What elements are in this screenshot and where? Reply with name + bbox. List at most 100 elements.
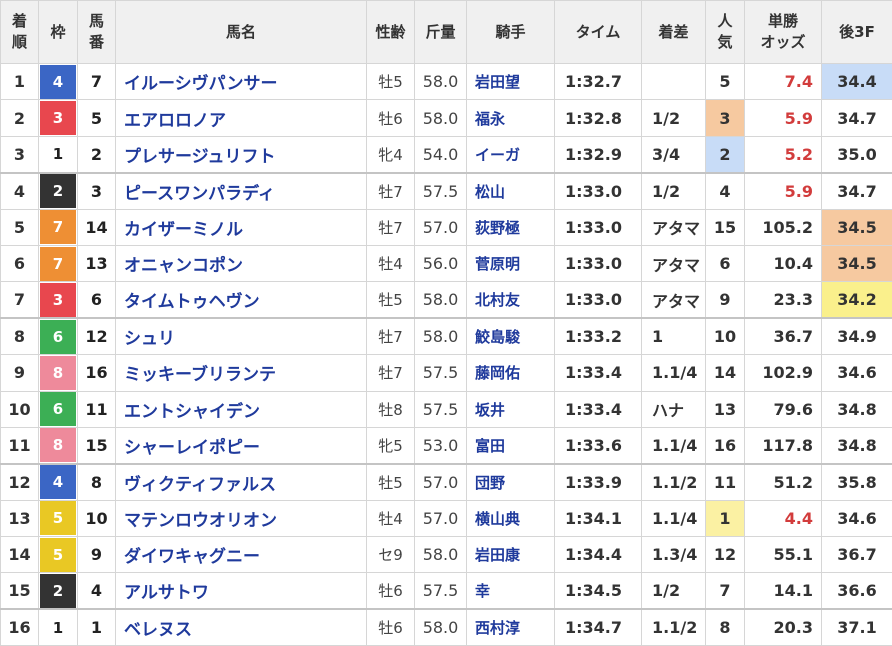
weight-cell: 57.5 [414, 171, 467, 210]
jockey-link[interactable]: 幸 [475, 582, 490, 600]
table-row: 5 7 14 カイザーミノル 牡7 57.0 荻野極 1:33.0 アタマ 15 105.2 34.5 [0, 208, 892, 246]
odds-cell: 102.9 [744, 354, 822, 392]
header-jockey[interactable]: 騎手 [466, 0, 555, 64]
time-cell: 1:33.6 [554, 426, 642, 465]
jockey-link[interactable]: 団野 [475, 474, 505, 492]
horse-name-link[interactable]: シュリ [124, 329, 175, 349]
last3f-cell: 34.8 [821, 426, 892, 465]
horse-name-link[interactable]: アルサトワ [124, 583, 209, 603]
waku-cell: 5 [38, 499, 78, 538]
horse-name-link[interactable]: ピースワンパラディ [124, 184, 275, 204]
jockey-cell: 松山 [466, 171, 555, 210]
header-odds[interactable]: 単勝 オッズ [744, 0, 822, 64]
time-cell: 1:34.4 [554, 536, 642, 574]
weight-cell: 58.0 [414, 317, 467, 356]
table-row: 14 5 9 ダイワキャグニー セ9 58.0 岩田康 1:34.4 1.3/4 12 55.1 36… [0, 536, 892, 574]
horse-name-link[interactable]: ミッキーブリランテ [124, 365, 276, 385]
table-row: 9 8 16 ミッキーブリランテ 牡7 57.5 藤岡佑 1:33.4 1.1/4 14 102.9… [0, 354, 892, 392]
horse-name-link[interactable]: カイザーミノル [124, 220, 243, 240]
margin-cell: 1/2 [641, 572, 706, 610]
horse-name-cell: イルーシヴパンサー [115, 62, 367, 101]
header-horse[interactable]: 馬名 [115, 0, 367, 64]
horse-name-link[interactable]: エアロロノア [124, 111, 226, 131]
umaban-cell: 16 [77, 354, 116, 392]
horse-name-link[interactable]: ダイワキャグニー [124, 547, 260, 567]
horse-name-link[interactable]: ベレヌス [124, 620, 192, 640]
header-margin[interactable]: 着差 [641, 0, 706, 64]
jockey-link[interactable]: 藤岡佑 [475, 364, 520, 382]
time-cell: 1:34.7 [554, 608, 642, 646]
umaban-cell: 2 [77, 135, 116, 174]
time-cell: 1:33.0 [554, 244, 642, 283]
horse-name-cell: シャーレイポピー [115, 426, 367, 465]
jockey-link[interactable]: 富田 [475, 437, 505, 455]
sex-age-cell: 牡7 [366, 317, 415, 356]
margin-cell: 3/4 [641, 135, 706, 174]
table-row: 1 4 7 イルーシヴパンサー 牡5 58.0 岩田望 1:32.7 5 7.4 34.4 [0, 62, 892, 101]
jockey-link[interactable]: 西村淳 [475, 619, 520, 637]
waku-badge: 3 [40, 282, 76, 317]
odds-cell: 51.2 [744, 462, 822, 501]
jockey-cell: 団野 [466, 462, 555, 501]
weight-cell: 58.0 [414, 62, 467, 101]
umaban-cell: 9 [77, 536, 116, 574]
horse-name-link[interactable]: プレサージュリフト [124, 147, 275, 167]
jockey-link[interactable]: 横山典 [475, 510, 520, 528]
horse-name-link[interactable]: マテンロウオリオン [124, 511, 277, 531]
horse-name-link[interactable]: エントシャイデン [124, 402, 260, 422]
jockey-link[interactable]: 岩田望 [475, 73, 520, 91]
margin-cell: 1.1/2 [641, 462, 706, 501]
margin-cell: アタマ [641, 281, 706, 319]
last3f-cell: 34.6 [821, 354, 892, 392]
horse-name-cell: エアロロノア [115, 99, 367, 137]
rank-cell: 11 [0, 426, 39, 465]
horse-name-link[interactable]: タイムトゥヘヴン [124, 292, 260, 312]
last3f-cell: 34.7 [821, 171, 892, 210]
odds-cell: 36.7 [744, 317, 822, 356]
jockey-link[interactable]: 松山 [475, 183, 505, 201]
header-last3f[interactable]: 後3F [821, 0, 892, 64]
time-cell: 1:34.5 [554, 572, 642, 610]
horse-name-link[interactable]: ヴィクティファルス [124, 475, 276, 495]
jockey-link[interactable]: 坂井 [475, 401, 505, 419]
weight-cell: 57.0 [414, 462, 467, 501]
umaban-cell: 8 [77, 462, 116, 501]
horse-name-link[interactable]: イルーシヴパンサー [124, 74, 278, 94]
table-row: 4 2 3 ピースワンパラディ 牡7 57.5 松山 1:33.0 1/2 4 5.9 34.7 [0, 171, 892, 210]
last3f-cell: 34.6 [821, 499, 892, 538]
sex-age-cell: 牡5 [366, 462, 415, 501]
horse-name-cell: マテンロウオリオン [115, 499, 367, 538]
header-popularity[interactable]: 人気 [705, 0, 745, 64]
waku-badge: 6 [40, 319, 76, 354]
jockey-link[interactable]: 菅原明 [475, 255, 520, 273]
sex-age-cell: 牡7 [366, 354, 415, 392]
horse-name-link[interactable]: オニャンコポン [124, 256, 243, 276]
jockey-link[interactable]: 荻野極 [475, 219, 520, 237]
jockey-link[interactable]: 北村友 [475, 291, 520, 309]
last3f-cell: 36.7 [821, 536, 892, 574]
header-rank[interactable]: 着順 [0, 0, 39, 64]
horse-name-link[interactable]: シャーレイポピー [124, 438, 260, 458]
sex-age-cell: 牡6 [366, 99, 415, 137]
header-time[interactable]: タイム [554, 0, 642, 64]
header-weight[interactable]: 斤量 [414, 0, 467, 64]
umaban-cell: 7 [77, 62, 116, 101]
header-waku[interactable]: 枠 [38, 0, 78, 64]
jockey-cell: 北村友 [466, 281, 555, 319]
jockey-link[interactable]: 岩田康 [475, 546, 520, 564]
table-row: 11 8 15 シャーレイポピー 牝5 53.0 富田 1:33.6 1.1/4 16 117.8 3… [0, 426, 892, 465]
waku-badge: 6 [40, 392, 76, 427]
jockey-cell: イーガ [466, 135, 555, 174]
odds-cell: 79.6 [744, 390, 822, 428]
jockey-link[interactable]: 鮫島駿 [475, 328, 520, 346]
header-umaban[interactable]: 馬番 [77, 0, 116, 64]
waku-cell: 6 [38, 317, 78, 356]
jockey-link[interactable]: イーガ [475, 146, 520, 164]
horse-name-cell: ベレヌス [115, 608, 367, 646]
header-sex-age[interactable]: 性齢 [366, 0, 415, 64]
rank-cell: 8 [0, 317, 39, 356]
jockey-link[interactable]: 福永 [475, 110, 505, 128]
rank-cell: 5 [0, 208, 39, 246]
waku-cell: 2 [38, 572, 78, 610]
umaban-cell: 1 [77, 608, 116, 646]
